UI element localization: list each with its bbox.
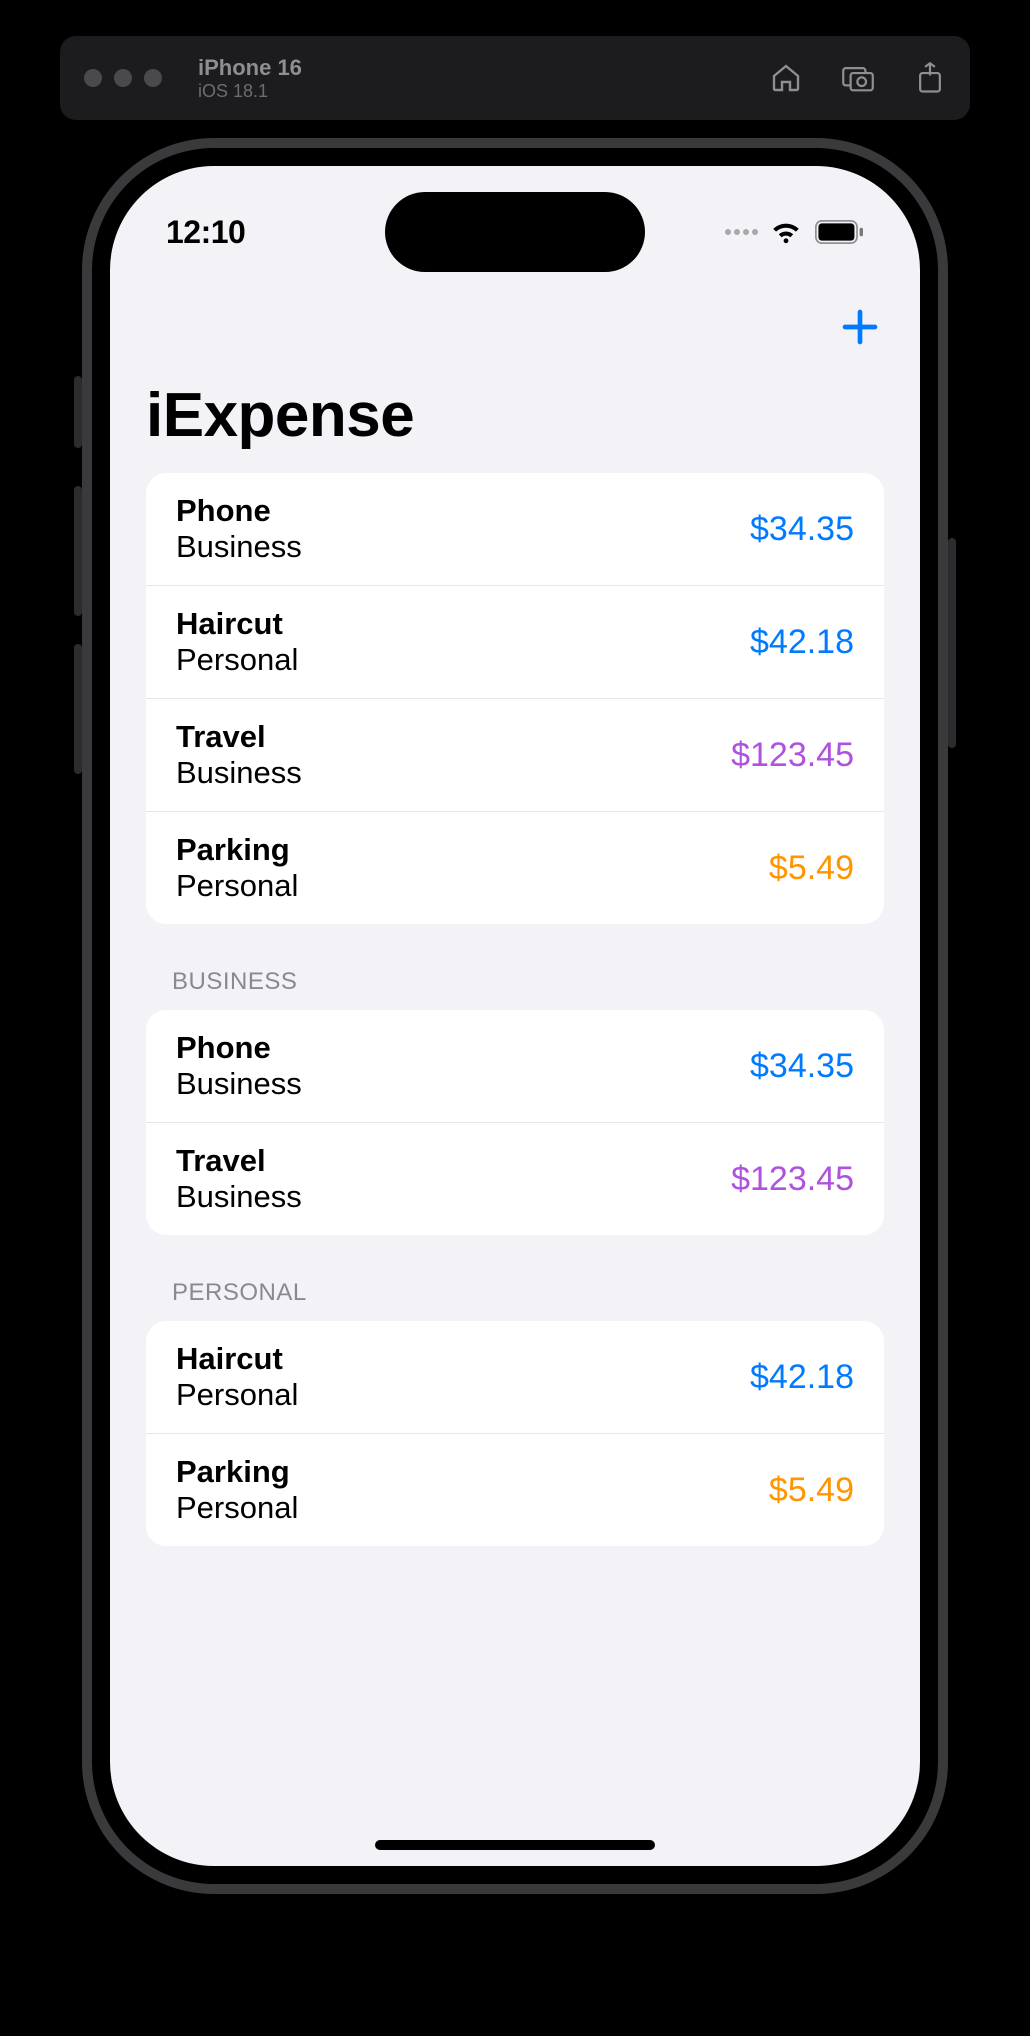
expense-row[interactable]: TravelBusiness $123.45 bbox=[146, 1123, 884, 1235]
expense-name: Phone bbox=[176, 493, 302, 529]
dynamic-island bbox=[385, 192, 645, 272]
wifi-icon bbox=[770, 220, 802, 244]
device-name: iPhone 16 bbox=[198, 55, 302, 81]
section-header: PERSONAL bbox=[110, 1235, 920, 1321]
expense-row[interactable]: HaircutPersonal $42.18 bbox=[146, 586, 884, 699]
side-button-action bbox=[74, 376, 82, 448]
share-icon[interactable] bbox=[914, 62, 946, 94]
plus-icon bbox=[840, 307, 880, 347]
expense-type: Business bbox=[176, 1179, 302, 1215]
volume-down-button bbox=[74, 644, 82, 774]
expense-name: Haircut bbox=[176, 606, 298, 642]
power-button bbox=[948, 538, 956, 748]
minimize-window-button[interactable] bbox=[114, 69, 132, 87]
window-traffic-lights bbox=[84, 69, 162, 87]
phone-frame: 12:10 bbox=[82, 138, 948, 1894]
expense-row[interactable]: HaircutPersonal $42.18 bbox=[146, 1321, 884, 1434]
expense-amount: $42.18 bbox=[750, 623, 854, 662]
expense-type: Personal bbox=[176, 1377, 298, 1413]
expense-row[interactable]: TravelBusiness $123.45 bbox=[146, 699, 884, 812]
expense-type: Business bbox=[176, 755, 302, 791]
page-title: iExpense bbox=[110, 360, 920, 467]
expense-name: Haircut bbox=[176, 1341, 298, 1377]
volume-up-button bbox=[74, 486, 82, 616]
expense-amount: $42.18 bbox=[750, 1358, 854, 1397]
simulator-toolbar: iPhone 16 iOS 18.1 bbox=[60, 36, 970, 120]
expense-amount: $34.35 bbox=[750, 510, 854, 549]
expense-row[interactable]: ParkingPersonal $5.49 bbox=[146, 812, 884, 924]
expense-name: Travel bbox=[176, 1143, 302, 1179]
list-group: PhoneBusiness$34.35TravelBusiness$123.45 bbox=[146, 1010, 884, 1235]
list-group: HaircutPersonal$42.18ParkingPersonal$5.4… bbox=[146, 1321, 884, 1546]
add-button[interactable] bbox=[836, 300, 884, 360]
screenshot-icon[interactable] bbox=[842, 62, 874, 94]
battery-icon bbox=[814, 220, 864, 244]
expense-type: Personal bbox=[176, 1490, 298, 1526]
navigation-bar bbox=[110, 286, 920, 360]
status-time: 12:10 bbox=[166, 214, 245, 251]
expense-amount: $123.45 bbox=[731, 1160, 854, 1199]
cellular-icon bbox=[725, 229, 758, 235]
expense-row[interactable]: PhoneBusiness $34.35 bbox=[146, 473, 884, 586]
expense-name: Travel bbox=[176, 719, 302, 755]
expense-amount: $34.35 bbox=[750, 1047, 854, 1086]
close-window-button[interactable] bbox=[84, 69, 102, 87]
expense-row[interactable]: ParkingPersonal $5.49 bbox=[146, 1434, 884, 1546]
zoom-window-button[interactable] bbox=[144, 69, 162, 87]
expense-amount: $5.49 bbox=[769, 849, 854, 888]
simulator-device-info: iPhone 16 iOS 18.1 bbox=[198, 55, 302, 102]
expense-amount: $5.49 bbox=[769, 1471, 854, 1510]
expense-type: Personal bbox=[176, 868, 298, 904]
home-icon[interactable] bbox=[770, 62, 802, 94]
app-content: iExpense PhoneBusiness$34.35HaircutPerso… bbox=[110, 166, 920, 1866]
expense-type: Business bbox=[176, 529, 302, 565]
device-os-version: iOS 18.1 bbox=[198, 81, 302, 102]
expense-amount: $123.45 bbox=[731, 736, 854, 775]
phone-screen: 12:10 bbox=[110, 166, 920, 1866]
expense-name: Phone bbox=[176, 1030, 302, 1066]
expense-type: Personal bbox=[176, 642, 298, 678]
home-indicator[interactable] bbox=[375, 1840, 655, 1850]
expense-name: Parking bbox=[176, 1454, 298, 1490]
expense-type: Business bbox=[176, 1066, 302, 1102]
list-group: PhoneBusiness$34.35HaircutPersonal$42.18… bbox=[146, 473, 884, 924]
expense-name: Parking bbox=[176, 832, 298, 868]
expense-row[interactable]: PhoneBusiness $34.35 bbox=[146, 1010, 884, 1123]
section-header: BUSINESS bbox=[110, 924, 920, 1010]
